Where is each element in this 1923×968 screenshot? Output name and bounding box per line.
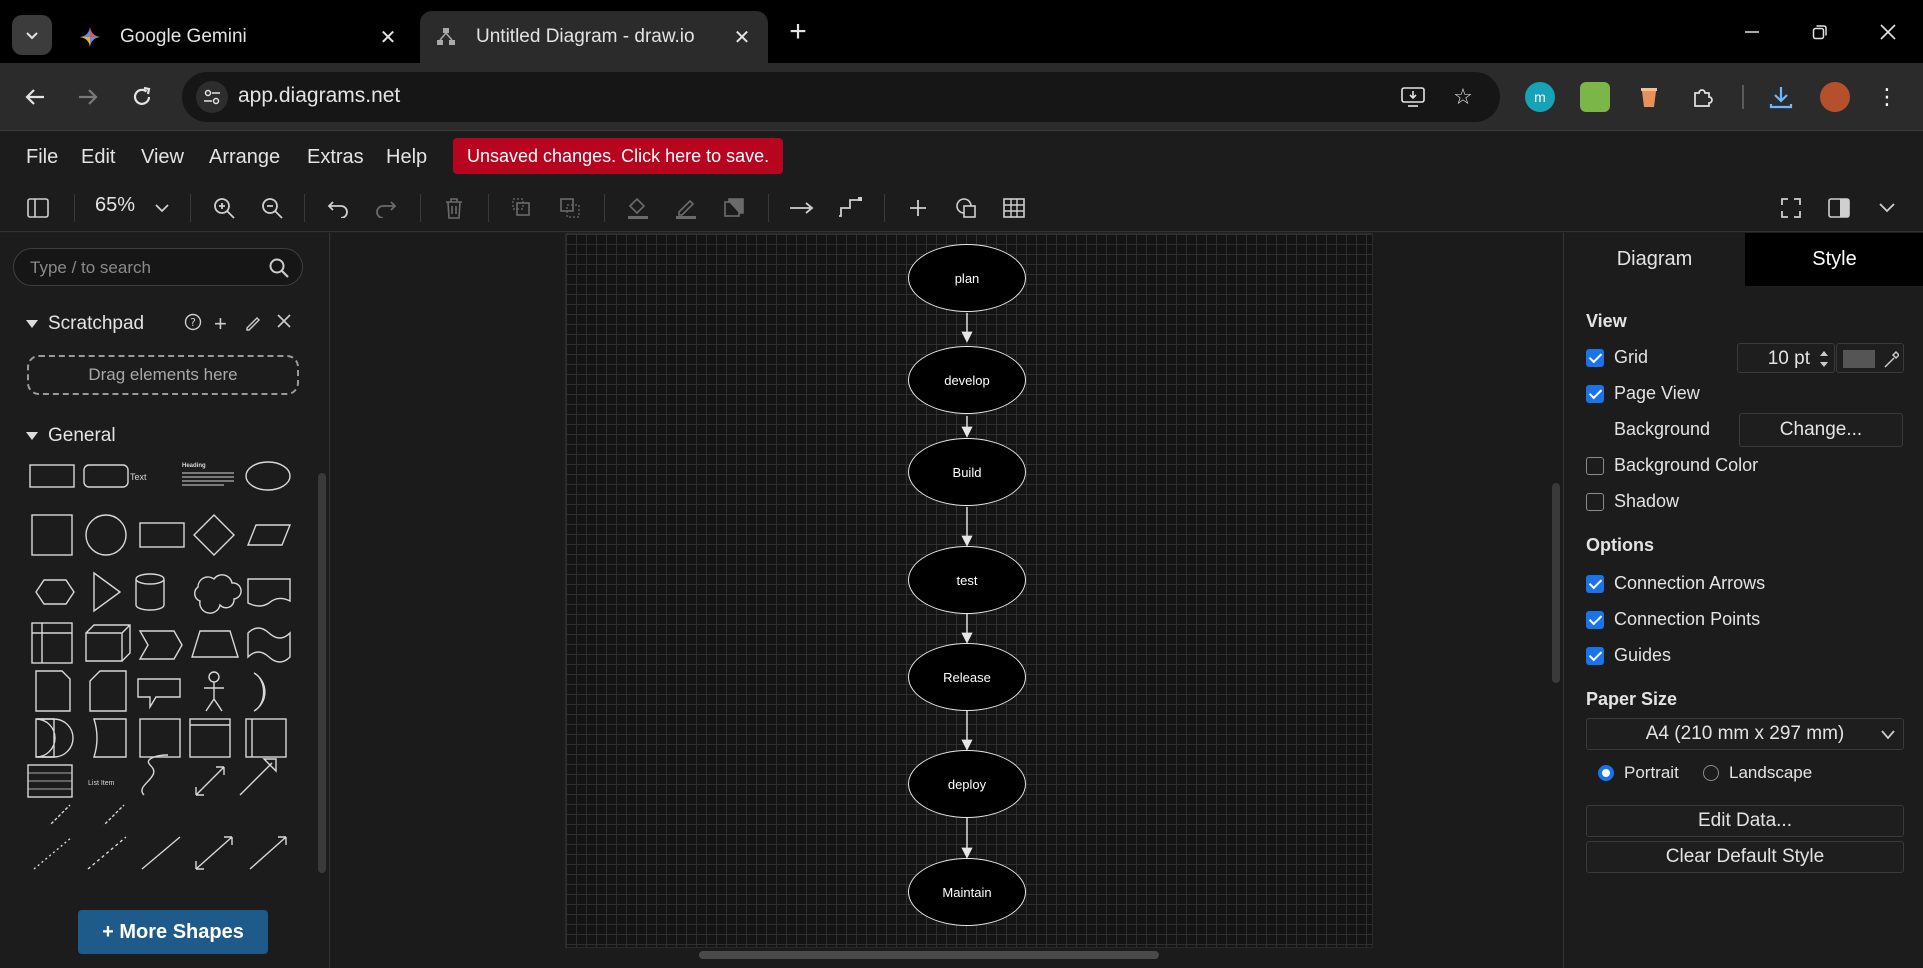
grid-color-picker[interactable] — [1836, 343, 1904, 373]
paper-size-section-title: Paper Size — [1586, 689, 1678, 709]
grid-color-swatch — [1843, 350, 1875, 368]
diagram-node[interactable]: plan — [908, 244, 1026, 312]
diagram-node[interactable]: Release — [908, 643, 1026, 711]
grid-size-value: 10 pt — [1767, 348, 1810, 369]
landscape-radio[interactable]: Landscape — [1703, 763, 1812, 783]
tab-style[interactable]: Style — [1745, 233, 1923, 286]
grid-checkbox[interactable]: Grid — [1586, 347, 1648, 368]
checkbox-unchecked[interactable] — [1586, 492, 1604, 511]
radio-unselected[interactable] — [1703, 765, 1719, 781]
chevron-down-icon — [1881, 730, 1895, 740]
edit-data-button[interactable]: Edit Data... — [1586, 805, 1904, 837]
guides-checkbox[interactable]: Guides — [1586, 645, 1671, 666]
clear-default-style-button[interactable]: Clear Default Style — [1586, 841, 1904, 873]
background-color-checkbox[interactable]: Background Color — [1586, 455, 1758, 476]
radio-selected[interactable] — [1598, 765, 1614, 781]
guides-label: Guides — [1614, 645, 1672, 665]
eyedropper-icon[interactable] — [1883, 350, 1899, 368]
landscape-label: Landscape — [1729, 763, 1813, 782]
diagram-node[interactable]: deploy — [908, 750, 1026, 818]
stepper-arrows-icon[interactable] — [1818, 347, 1830, 371]
paper-size-value: A4 (210 mm x 297 mm) — [1645, 723, 1845, 744]
checkbox-checked[interactable] — [1586, 574, 1604, 593]
background-label: Background — [1614, 419, 1711, 439]
options-section-title: Options — [1586, 535, 1654, 555]
shadow-checkbox[interactable]: Shadow — [1586, 491, 1679, 512]
checkbox-checked[interactable] — [1586, 348, 1604, 367]
diagram-node[interactable]: Build — [908, 438, 1026, 506]
checkbox-checked[interactable] — [1586, 610, 1604, 629]
change-background-button[interactable]: Change... — [1739, 413, 1903, 447]
connection-arrows-checkbox[interactable]: Connection Arrows — [1586, 573, 1765, 594]
view-section-title: View — [1586, 311, 1627, 331]
background-color-label: Background Color — [1614, 455, 1759, 475]
checkbox-unchecked[interactable] — [1586, 456, 1604, 475]
connection-points-checkbox[interactable]: Connection Points — [1586, 609, 1760, 630]
checkbox-checked[interactable] — [1586, 384, 1604, 403]
grid-size-stepper[interactable]: 10 pt — [1737, 343, 1835, 373]
portrait-radio[interactable]: Portrait — [1598, 763, 1679, 783]
format-panel: Diagram Style View Grid 10 pt Page View … — [1563, 233, 1923, 968]
grid-label: Grid — [1614, 347, 1649, 367]
diagram-node[interactable]: develop — [908, 346, 1026, 414]
diagram-node[interactable]: Maintain — [908, 858, 1026, 926]
portrait-label: Portrait — [1624, 763, 1679, 782]
connection-arrows-label: Connection Arrows — [1614, 573, 1766, 593]
page-view-label: Page View — [1614, 383, 1700, 403]
shadow-label: Shadow — [1614, 491, 1680, 511]
page-view-checkbox[interactable]: Page View — [1586, 383, 1700, 404]
connection-points-label: Connection Points — [1614, 609, 1761, 629]
checkbox-checked[interactable] — [1586, 646, 1604, 665]
tab-diagram[interactable]: Diagram — [1564, 233, 1745, 286]
diagram-node[interactable]: test — [908, 546, 1026, 614]
paper-size-select[interactable]: A4 (210 mm x 297 mm) — [1586, 718, 1904, 750]
